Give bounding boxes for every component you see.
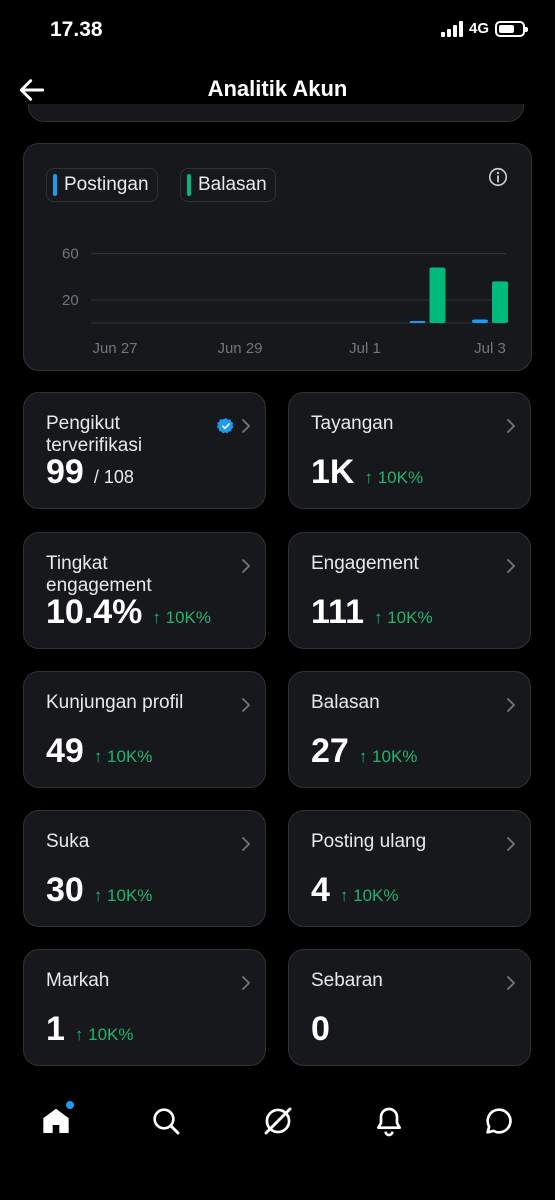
status-bar: 17.38 4G xyxy=(0,0,555,60)
bar-postingan-jul-2 xyxy=(409,321,426,323)
stat-number: 10.4% xyxy=(46,593,143,631)
signal-icon xyxy=(440,20,463,37)
stat-value: 1 ↑ 10K% xyxy=(46,1010,134,1049)
stat-card-tayangan[interactable]: Tayangan 1K ↑ 10K% xyxy=(288,392,531,509)
nav-home[interactable] xyxy=(40,1101,74,1137)
home-icon xyxy=(43,1108,69,1133)
notification-dot xyxy=(66,1101,74,1109)
chevron-right-icon xyxy=(242,419,250,433)
stat-number: 49 xyxy=(46,732,84,770)
chevron-right-icon xyxy=(242,976,250,990)
nav-messages[interactable] xyxy=(483,1105,515,1137)
stat-card-suka[interactable]: Suka 30 ↑ 10K% xyxy=(23,810,266,927)
stat-value: 1K ↑ 10K% xyxy=(311,453,423,492)
stat-number: 99 xyxy=(46,453,84,491)
stat-card-sebaran[interactable]: Sebaran 0 xyxy=(288,949,531,1066)
stat-number: 30 xyxy=(46,871,84,909)
stat-label: Kunjungan profil xyxy=(46,692,184,713)
y-tick-label: 20 xyxy=(62,292,79,309)
stat-number: 4 xyxy=(311,871,330,909)
stat-value: 27 ↑ 10K% xyxy=(311,732,417,771)
stat-value: 0 xyxy=(311,1010,330,1049)
x-tick-label: Jul 3 xyxy=(474,340,506,357)
bar-balasan-jul-2 xyxy=(429,267,446,323)
nav-grok[interactable] xyxy=(262,1105,294,1137)
bottom-nav xyxy=(0,1085,555,1200)
battery-icon xyxy=(495,20,528,37)
messages-icon xyxy=(486,1108,512,1134)
stat-value: 111 ↑ 10K% xyxy=(311,593,433,632)
stat-number: 1 xyxy=(46,1010,65,1048)
stat-change: ↑ 10K% xyxy=(93,886,153,905)
bell-icon xyxy=(377,1107,401,1137)
stat-change: ↑ 10K% xyxy=(93,747,153,766)
bar-postingan-jul-3 xyxy=(472,319,488,323)
stat-label: Tingkat engagement xyxy=(46,553,152,596)
stat-card-markah[interactable]: Markah 1 ↑ 10K% xyxy=(23,949,266,1066)
stat-value: 30 ↑ 10K% xyxy=(46,871,152,910)
stat-card-balasan[interactable]: Balasan 27 ↑ 10K% xyxy=(288,671,531,788)
stat-card-pengikut-terverifikasi[interactable]: Pengikut terverifikasi 99 / 108 xyxy=(23,392,266,509)
nav-notifications[interactable] xyxy=(373,1105,405,1137)
status-indicators: 4G xyxy=(440,20,528,37)
stat-label: Balasan xyxy=(311,692,380,713)
stat-change: ↑ 10K% xyxy=(74,1025,134,1044)
stat-number: 27 xyxy=(311,732,349,770)
x-tick-label: Jun 29 xyxy=(217,340,262,357)
stat-number: 0 xyxy=(311,1010,330,1048)
stat-value: 99 / 108 xyxy=(46,453,134,492)
stat-card-posting-ulang[interactable]: Posting ulang 4 ↑ 10K% xyxy=(288,810,531,927)
bar-chart: 60 20 Jun 27 Jun 29 Jul 1 Jul 3 xyxy=(62,246,508,357)
stat-value: 4 ↑ 10K% xyxy=(311,871,399,910)
search-icon xyxy=(153,1108,180,1135)
nav-search[interactable] xyxy=(150,1105,182,1137)
stat-label: Engagement xyxy=(311,553,419,574)
stat-number: 111 xyxy=(311,593,364,631)
chevron-right-icon xyxy=(507,419,515,433)
stat-label: Posting ulang xyxy=(311,831,427,852)
stat-value: 49 ↑ 10K% xyxy=(46,732,152,771)
stat-change: ↑ 10K% xyxy=(364,468,424,487)
chevron-right-icon xyxy=(507,976,515,990)
stat-change: ↑ 10K% xyxy=(358,747,418,766)
chevron-right-icon xyxy=(507,837,515,851)
y-tick-label: 60 xyxy=(62,246,79,263)
chevron-right-icon xyxy=(507,559,515,573)
chevron-right-icon xyxy=(242,559,250,573)
previous-card-edge xyxy=(28,104,524,122)
status-time: 17.38 xyxy=(50,18,103,41)
stat-label: Markah xyxy=(46,970,110,991)
stat-change: ↑ 10K% xyxy=(339,886,399,905)
chart-card: Postingan Balasan 60 20 Jun 27 Jun 29 Jul 1J… xyxy=(23,143,532,371)
stat-card-kunjungan-profil[interactable]: Kunjungan profil 49 ↑ 10K% xyxy=(23,671,266,788)
chevron-right-icon xyxy=(507,698,515,712)
stat-change: ↑ 10K% xyxy=(373,608,433,627)
stat-label: Sebaran xyxy=(311,970,383,991)
stat-value: 10.4% ↑ 10K% xyxy=(46,593,211,632)
stat-label: Pengikut terverifikasi xyxy=(46,413,143,456)
chevron-right-icon xyxy=(242,837,250,851)
stat-total: / 108 xyxy=(93,467,134,487)
x-tick-label: Jul 1 xyxy=(349,340,381,357)
stat-number: 1K xyxy=(311,453,355,491)
stat-label: Tayangan xyxy=(311,413,394,434)
stat-change: ↑ 10K% xyxy=(152,608,211,627)
stat-card-tingkat-engagement[interactable]: Tingkat engagement 10.4% ↑ 10K% xyxy=(23,532,266,649)
page-title: Analitik Akun xyxy=(207,76,348,101)
network-label: 4G xyxy=(468,20,489,37)
verified-badge-icon xyxy=(217,418,234,434)
bar-balasan-jul-3 xyxy=(492,281,508,323)
x-tick-label: Jun 27 xyxy=(92,340,137,357)
stat-label: Suka xyxy=(46,831,90,852)
stat-card-engagement[interactable]: Engagement 111 ↑ 10K% xyxy=(288,532,531,649)
grok-icon xyxy=(264,1107,292,1135)
chevron-right-icon xyxy=(242,698,250,712)
